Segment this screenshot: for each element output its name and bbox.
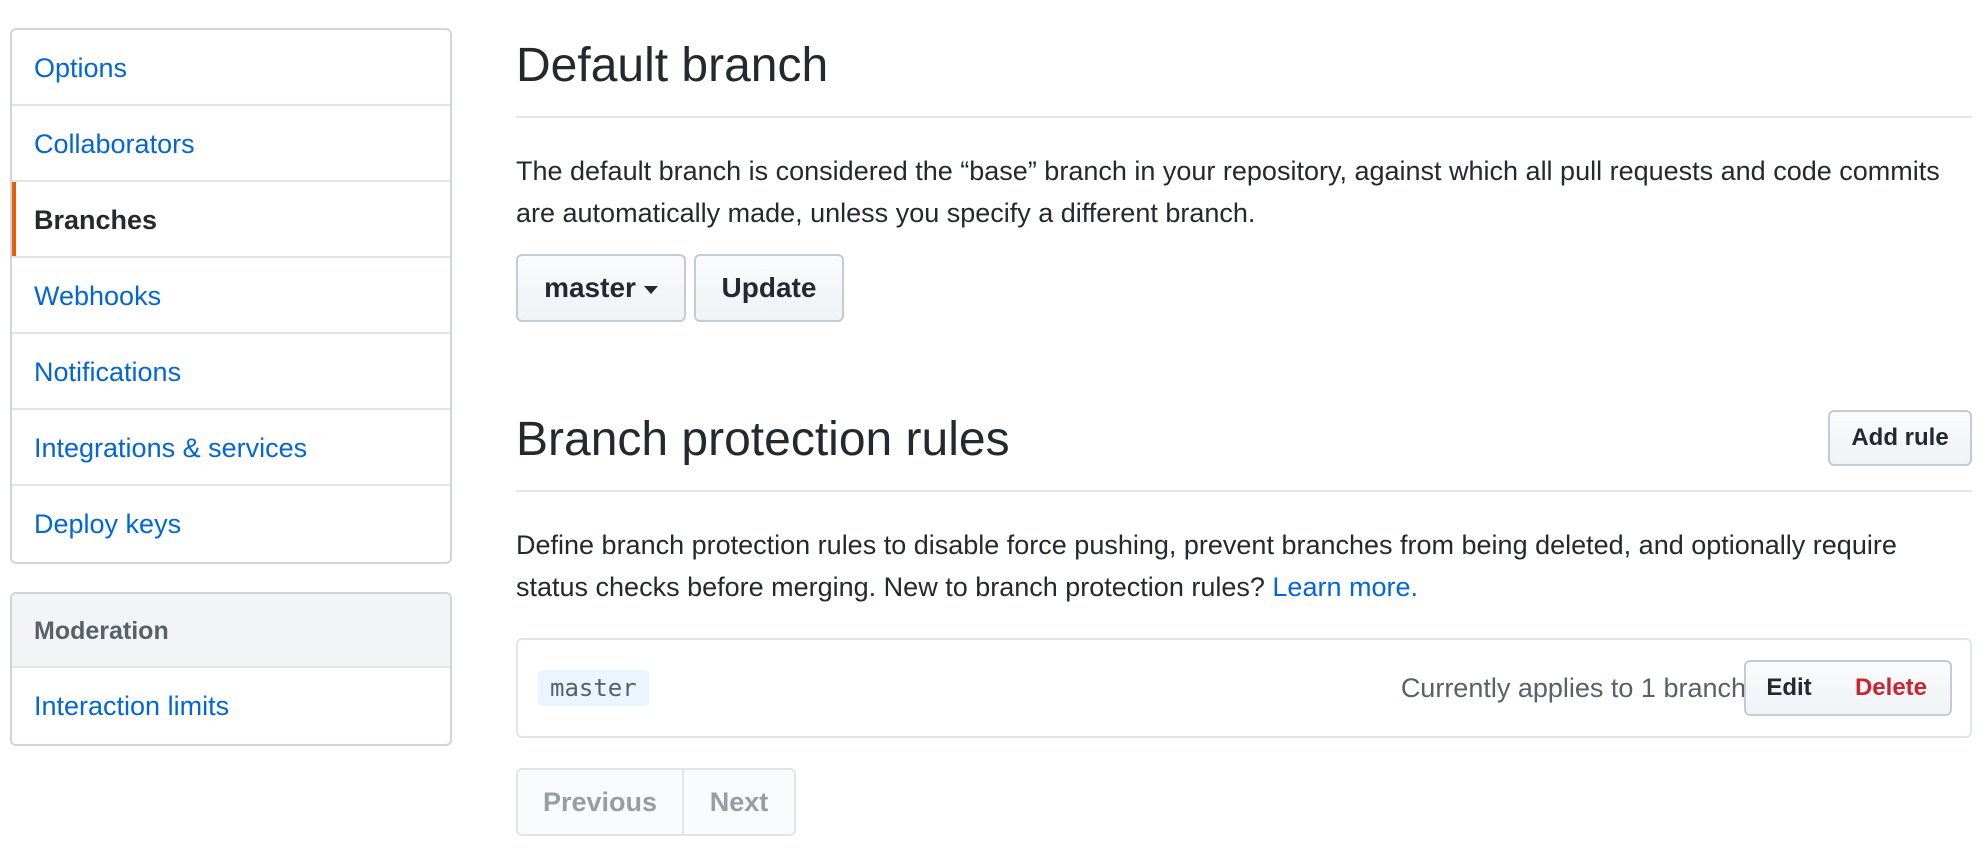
- next-page-button[interactable]: Next: [682, 768, 796, 836]
- caret-down-icon: [643, 285, 658, 294]
- learn-more-link[interactable]: Learn more.: [1272, 572, 1418, 602]
- branches-settings-page: Options Collaborators Branches Webhooks …: [0, 0, 1988, 866]
- delete-rule-button[interactable]: Delete: [1832, 660, 1952, 716]
- protection-rule-row: master Currently applies to 1 branch Edi…: [516, 638, 1972, 738]
- moderation-heading: Moderation: [12, 594, 450, 668]
- sidebar-item-options[interactable]: Options: [12, 30, 450, 106]
- sidebar-item-integrations-services[interactable]: Integrations & services: [12, 410, 450, 486]
- sidebar-item-notifications[interactable]: Notifications: [12, 334, 450, 410]
- default-branch-title: Default branch: [516, 39, 829, 92]
- sidebar-item-branches[interactable]: Branches: [12, 182, 450, 258]
- sidebar-item-interaction-limits[interactable]: Interaction limits: [12, 668, 450, 744]
- protection-rules-description: Define branch protection rules to disabl…: [516, 524, 1972, 608]
- edit-rule-button[interactable]: Edit: [1744, 660, 1834, 716]
- branch-select-label: master: [544, 272, 636, 303]
- branch-select-button[interactable]: master: [516, 254, 686, 322]
- add-rule-button[interactable]: Add rule: [1828, 410, 1972, 466]
- sidebar-item-collaborators[interactable]: Collaborators: [12, 106, 450, 182]
- default-branch-description: The default branch is considered the “ba…: [516, 156, 1940, 228]
- settings-sidebar: Options Collaborators Branches Webhooks …: [10, 28, 452, 564]
- protection-rules-subhead: Branch protection rules Add rule: [516, 410, 1972, 492]
- protection-rules-title: Branch protection rules: [516, 413, 1010, 466]
- rule-branch-pattern: master: [538, 670, 649, 706]
- sidebar-item-webhooks[interactable]: Webhooks: [12, 258, 450, 334]
- protection-rules-description-text: Define branch protection rules to disabl…: [516, 530, 1897, 602]
- previous-page-button[interactable]: Previous: [516, 768, 684, 836]
- moderation-sidebar: Moderation Interaction limits: [10, 592, 452, 746]
- sidebar-item-deploy-keys[interactable]: Deploy keys: [12, 486, 450, 562]
- rule-applies-text: Currently applies to 1 branch: [1400, 673, 1746, 703]
- update-button[interactable]: Update: [694, 254, 844, 322]
- default-branch-subhead: Default branch: [516, 36, 1972, 118]
